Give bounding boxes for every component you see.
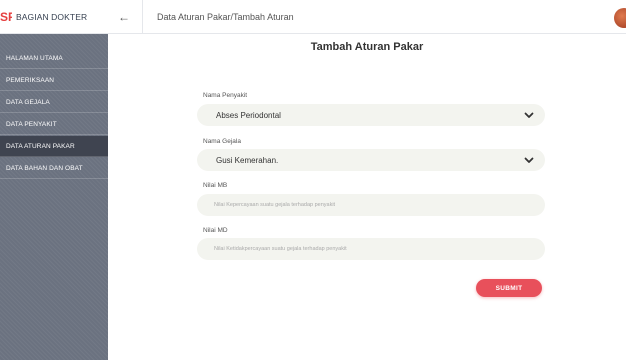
chevron-down-icon — [524, 112, 534, 118]
topbar: ← Data Aturan Pakar/Tambah Aturan — [108, 0, 626, 34]
sidebar-header: SP BAGIAN DOKTER — [0, 0, 108, 34]
arrow-left-icon[interactable]: ← — [118, 10, 130, 24]
sidebar-item-data-aturan-pakar[interactable]: DATA ATURAN PAKAR — [0, 136, 108, 157]
nama-penyakit-select[interactable]: Abses Periodontal — [197, 104, 545, 126]
chevron-down-icon — [524, 157, 534, 163]
brand-title: BAGIAN DOKTER — [16, 11, 88, 22]
breadcrumb: Data Aturan Pakar/Tambah Aturan — [157, 11, 294, 22]
sidebar-item-pemeriksaan[interactable]: PEMERIKSAAN — [0, 70, 108, 91]
sidebar-menu: HALAMAN UTAMA PEMERIKSAAN DATA GEJALA DA… — [0, 48, 108, 179]
sidebar-item-halaman-utama[interactable]: HALAMAN UTAMA — [0, 48, 108, 69]
app-logo: SP — [0, 9, 12, 24]
nama-penyakit-value: Abses Periodontal — [216, 110, 281, 120]
user-avatar[interactable] — [614, 8, 626, 28]
nilai-md-input[interactable] — [197, 238, 545, 260]
nama-penyakit-label: Nama Penyakit — [203, 92, 248, 99]
nama-gejala-value: Gusi Kemerahan. — [216, 155, 279, 165]
page-title: Tambah Aturan Pakar — [310, 41, 424, 53]
submit-button[interactable]: SUBMIT — [476, 279, 542, 297]
nilai-mb-label: Nilai MB — [203, 182, 228, 189]
nilai-md-label: Nilai MD — [203, 227, 228, 234]
nama-gejala-label: Nama Gejala — [203, 138, 241, 145]
sidebar-item-data-bahan-dan-obat[interactable]: DATA BAHAN DAN OBAT — [0, 158, 108, 179]
sidebar-item-data-penyakit[interactable]: DATA PENYAKIT — [0, 114, 108, 135]
nama-gejala-select[interactable]: Gusi Kemerahan. — [197, 149, 545, 171]
sidebar: SP BAGIAN DOKTER HALAMAN UTAMA PEMERIKSA… — [0, 0, 108, 360]
topbar-divider — [142, 0, 143, 34]
nilai-mb-input[interactable] — [197, 194, 545, 216]
sidebar-item-data-gejala[interactable]: DATA GEJALA — [0, 92, 108, 113]
